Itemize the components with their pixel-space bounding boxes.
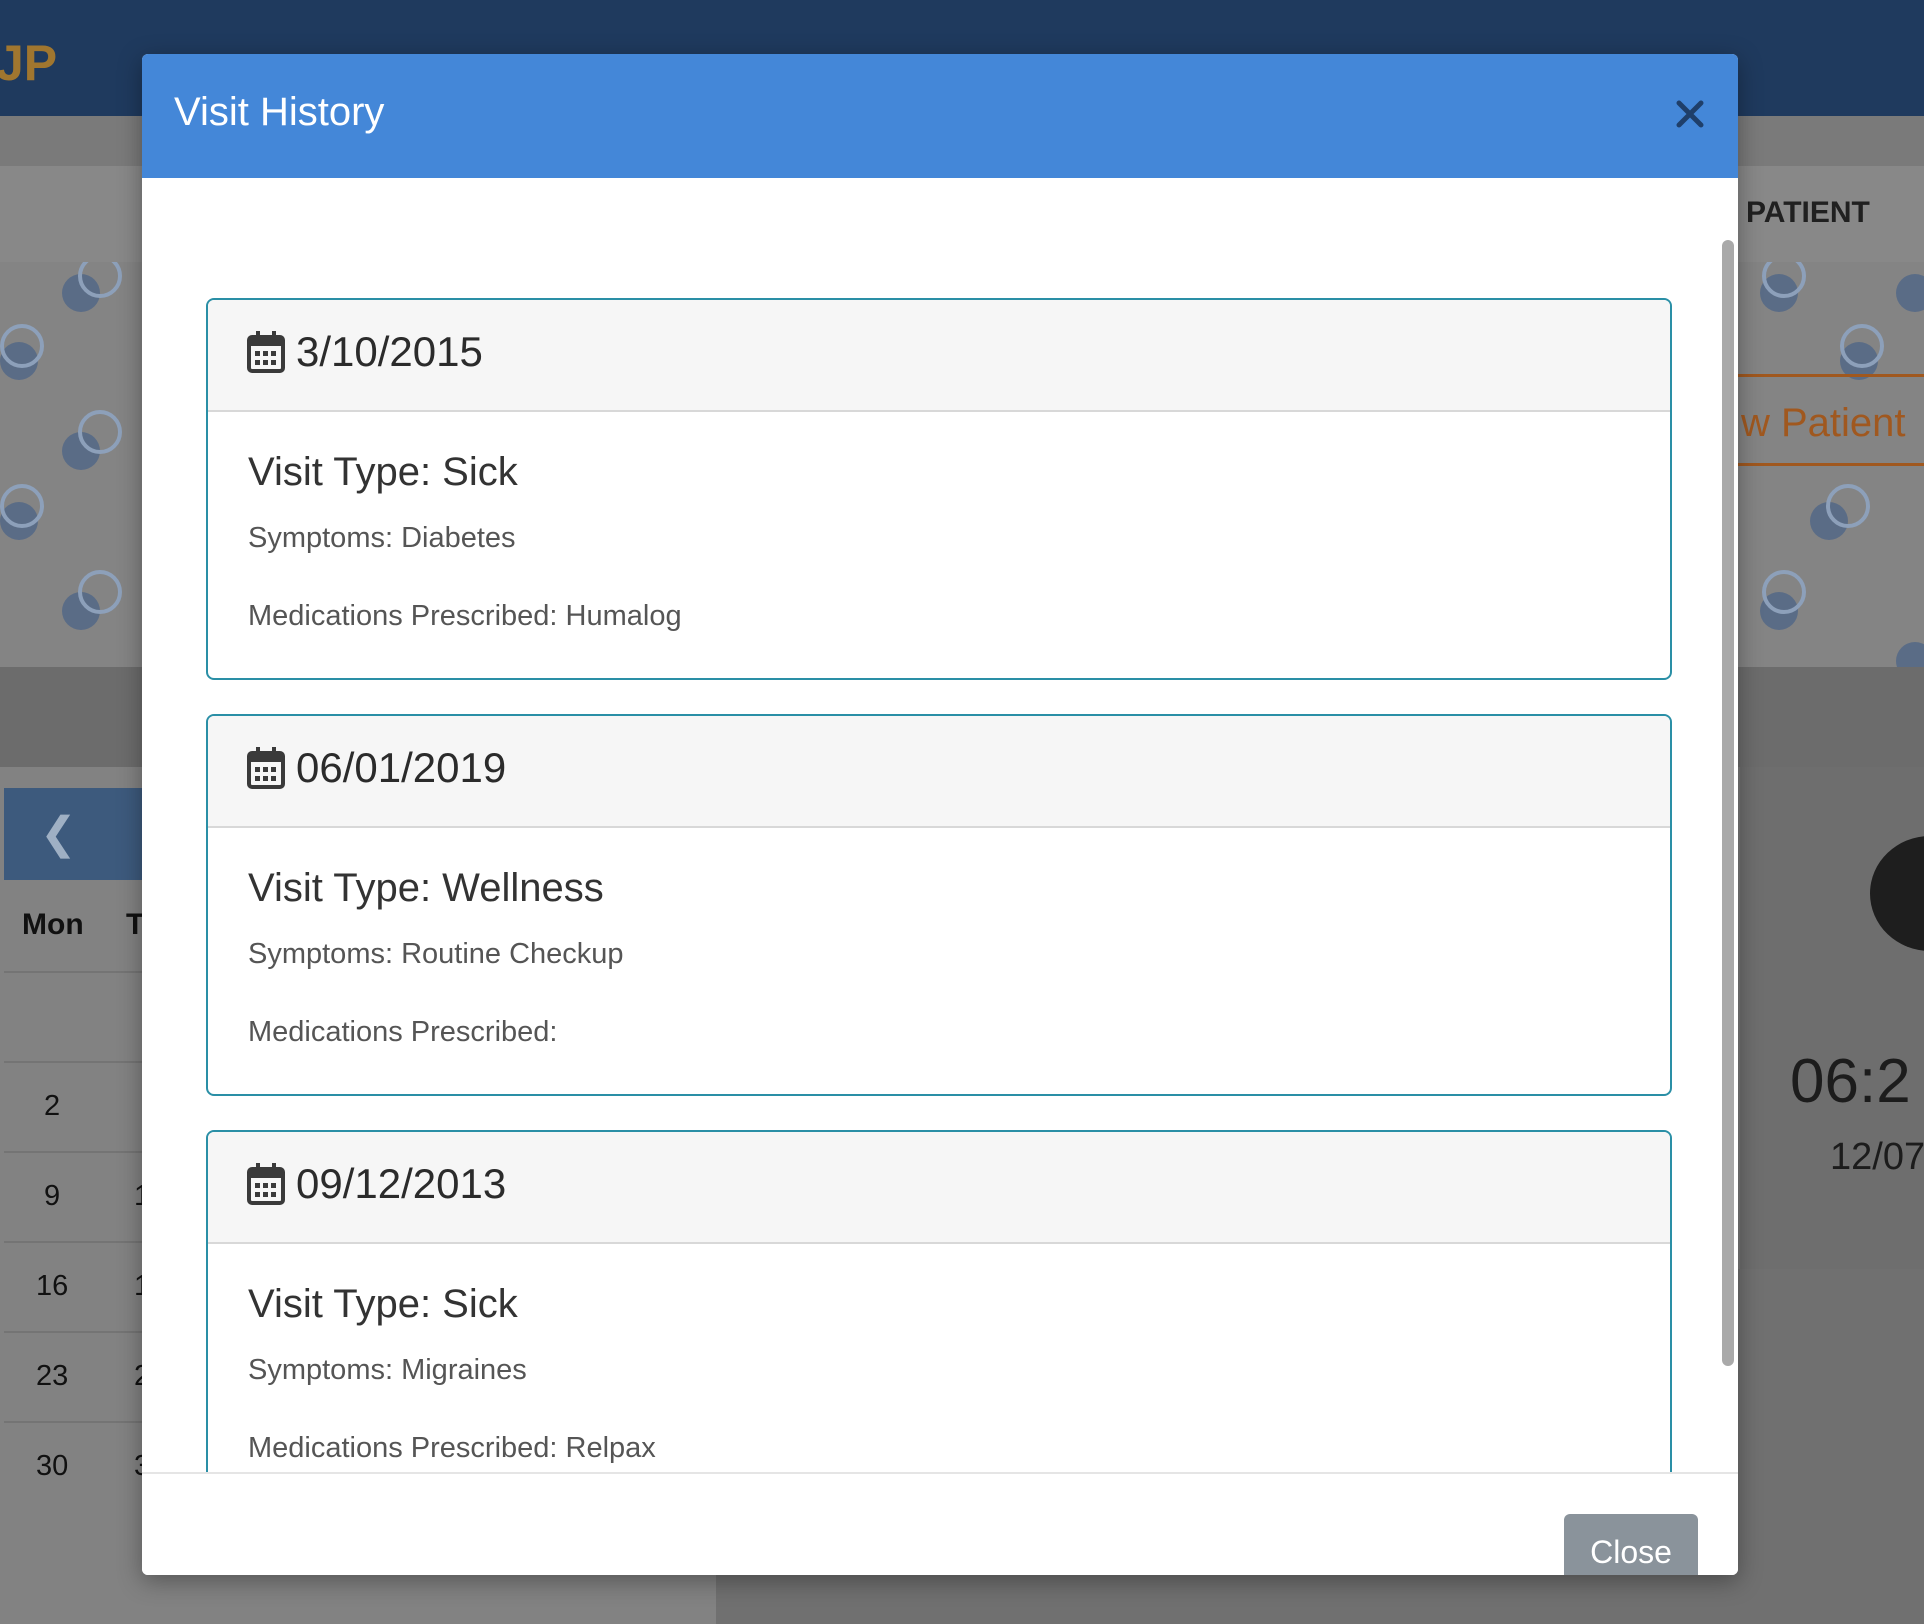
visit-card: 3/10/2015 Visit Type: Sick Symptoms: Dia… xyxy=(206,298,1672,680)
visit-symptoms: Symptoms: Routine Checkup xyxy=(248,938,624,970)
modal-scrollbar[interactable] xyxy=(1722,240,1734,1366)
modal-body: 3/10/2015 Visit Type: Sick Symptoms: Dia… xyxy=(142,178,1738,1472)
visit-symptoms: Symptoms: Migraines xyxy=(248,1354,527,1386)
visit-date: 06/01/2019 xyxy=(296,744,507,791)
calendar-date[interactable]: 16 xyxy=(36,1270,68,1303)
visit-card-header: 06/01/2019 xyxy=(208,716,1670,828)
day-header-mon: Mon xyxy=(22,908,84,941)
modal-footer: Close xyxy=(142,1472,1738,1575)
clock-date: 12/07 xyxy=(1830,1136,1924,1178)
clock-panel xyxy=(1740,767,1924,1269)
close-button[interactable]: Close xyxy=(1564,1514,1698,1575)
visit-card-header: 09/12/2013 xyxy=(208,1132,1670,1244)
calendar-icon xyxy=(247,747,285,789)
visit-medications: Medications Prescribed: Humalog xyxy=(248,600,682,632)
close-icon[interactable] xyxy=(1668,92,1712,136)
calendar-row xyxy=(4,1241,164,1243)
calendar-header xyxy=(4,788,164,880)
visit-history-modal: Visit History 3/10/2015 Visit Type: Sick… xyxy=(142,54,1738,1575)
calendar-icon xyxy=(247,331,285,373)
calendar-row xyxy=(4,1061,164,1063)
visit-symptoms: Symptoms: Diabetes xyxy=(248,522,516,554)
calendar-row xyxy=(4,1151,164,1153)
chevron-left-icon[interactable]: ❮ xyxy=(40,808,77,859)
visit-type: Visit Type: Sick xyxy=(248,1282,518,1326)
visit-medications: Medications Prescribed: xyxy=(248,1016,558,1048)
calendar-row xyxy=(4,971,164,973)
visit-card: 06/01/2019 Visit Type: Wellness Symptoms… xyxy=(206,714,1672,1096)
calendar-date[interactable]: 23 xyxy=(36,1360,68,1393)
brand-logo: JP xyxy=(0,35,58,91)
nav-item-patient: PATIENT xyxy=(1746,196,1870,229)
visit-card: 09/12/2013 Visit Type: Sick Symptoms: Mi… xyxy=(206,1130,1672,1472)
visit-type: Visit Type: Wellness xyxy=(248,866,604,910)
calendar-date[interactable]: 9 xyxy=(44,1180,60,1213)
calendar-date[interactable]: 30 xyxy=(36,1450,68,1483)
calendar-row xyxy=(4,1331,164,1333)
clock-time: 06:2 xyxy=(1790,1047,1911,1116)
visit-medications: Medications Prescribed: Relpax xyxy=(248,1432,656,1464)
calendar-row xyxy=(4,1421,164,1423)
calendar-date[interactable]: 2 xyxy=(44,1090,60,1123)
visit-date: 3/10/2015 xyxy=(296,328,483,375)
modal-header: Visit History xyxy=(142,54,1738,178)
visit-date: 09/12/2013 xyxy=(296,1160,507,1207)
modal-title: Visit History xyxy=(174,90,385,134)
visit-card-header: 3/10/2015 xyxy=(208,300,1670,412)
visit-type: Visit Type: Sick xyxy=(248,450,518,494)
calendar-icon xyxy=(247,1163,285,1205)
